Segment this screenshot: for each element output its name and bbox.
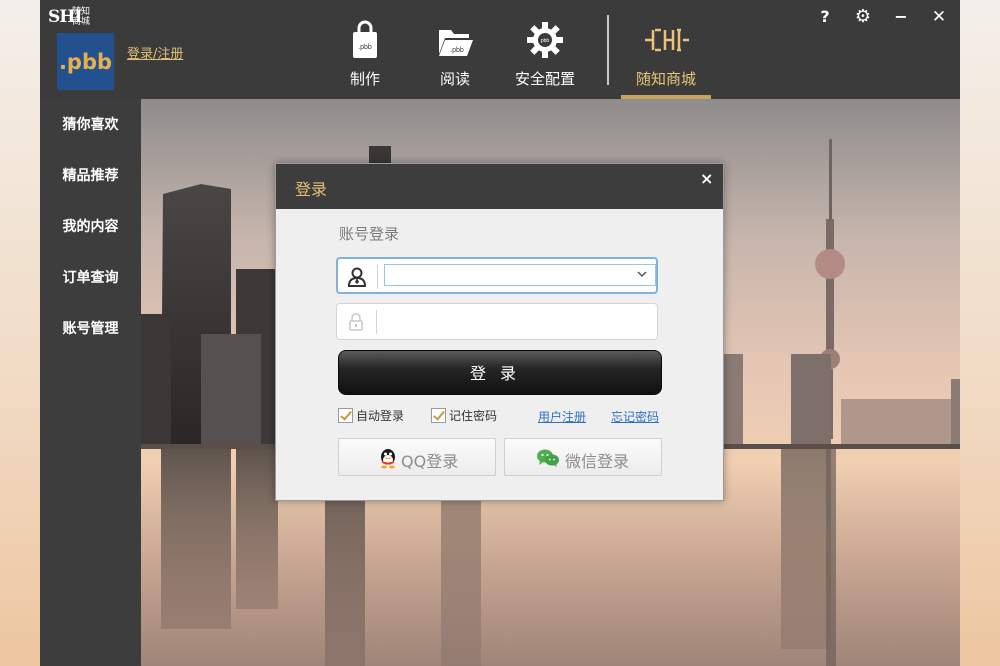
sidebar-item-order-query[interactable]: 订单查询 (40, 263, 141, 293)
nav-security-label: 安全配置 (514, 70, 575, 88)
auto-login-check-icon (338, 408, 353, 423)
login-dialog: 登录 × 账号登录 登录 自动登录 记住密码 用户注册 忘记密码 QQ登录 微信… (275, 163, 724, 501)
close-window-button[interactable]: ✕ (926, 6, 952, 28)
open-folder-icon: .pbb (439, 30, 473, 56)
svg-text:.pbb: .pbb (358, 44, 372, 51)
nav-read[interactable]: .pbb 阅读 (410, 14, 500, 99)
svg-text:.pbb: .pbb (450, 47, 464, 54)
nav-make[interactable]: .pbb 制作 (320, 14, 410, 99)
app-logo: SHI 随知 商城 (48, 6, 96, 28)
sidebar-item-my-content[interactable]: 我的内容 (40, 212, 141, 242)
remember-password-label: 记住密码 (449, 409, 498, 423)
shop-logo-icon (645, 28, 689, 52)
login-button[interactable]: 登录 (338, 350, 662, 395)
account-login-title: 账号登录 (339, 225, 400, 243)
top-bar: SHI 随知 商城 .pbb 登录/注册 .pbb 制作 .pbb 阅读 pbb… (40, 0, 960, 99)
sidebar-item-featured[interactable]: 精品推荐 (40, 161, 141, 191)
nav-shop-label: 随知商城 (635, 70, 696, 88)
auto-login-label: 自动登录 (356, 409, 405, 423)
login-dialog-title: 登录 (295, 180, 328, 199)
password-field[interactable] (336, 303, 658, 340)
login-dialog-header: 登录 × (276, 164, 723, 209)
nav-make-label: 制作 (349, 70, 380, 88)
minimize-button[interactable]: − (888, 6, 914, 28)
lock-icon (349, 313, 363, 331)
settings-button[interactable]: ⚙ (850, 6, 876, 28)
password-input[interactable] (383, 309, 655, 331)
nav-shop[interactable]: 随知商城 (621, 14, 711, 99)
wechat-icon (537, 449, 559, 467)
account-field-separator (372, 265, 378, 289)
remember-password-checkbox[interactable]: 记住密码 (431, 407, 497, 425)
account-field[interactable] (336, 257, 658, 294)
qq-login-label: QQ登录 (401, 452, 459, 471)
register-link[interactable]: 用户注册 (538, 408, 586, 425)
login-register-link[interactable]: 登录/注册 (127, 43, 183, 62)
qq-login-button[interactable]: QQ登录 (338, 438, 496, 476)
sidebar-item-account-management[interactable]: 账号管理 (40, 314, 141, 344)
wechat-login-button[interactable]: 微信登录 (504, 438, 662, 476)
user-icon (347, 267, 367, 287)
nav-divider (607, 15, 609, 85)
pbb-brand-box: .pbb (57, 33, 114, 90)
lock-file-icon: .pbb (353, 20, 377, 58)
svg-text:pbb: pbb (541, 38, 550, 44)
auto-login-checkbox[interactable]: 自动登录 (338, 407, 404, 425)
account-input[interactable] (384, 264, 656, 286)
chevron-down-icon[interactable] (636, 268, 648, 280)
close-icon[interactable]: × (700, 169, 713, 188)
password-field-separator (371, 310, 377, 334)
sidebar: 猜你喜欢 精品推荐 我的内容 订单查询 账号管理 (40, 99, 141, 666)
help-button[interactable]: ? (812, 6, 838, 28)
app-logo-text: 随知 商城 (72, 7, 91, 27)
wechat-login-label: 微信登录 (565, 452, 630, 471)
nav-read-label: 阅读 (439, 70, 470, 88)
remember-password-check-icon (431, 408, 446, 423)
sidebar-item-guess-you-like[interactable]: 猜你喜欢 (40, 110, 141, 140)
qq-penguin-icon (381, 449, 395, 469)
nav-security[interactable]: pbb 安全配置 (500, 14, 590, 99)
forgot-password-link[interactable]: 忘记密码 (611, 408, 659, 425)
gear-icon: pbb (527, 22, 563, 58)
